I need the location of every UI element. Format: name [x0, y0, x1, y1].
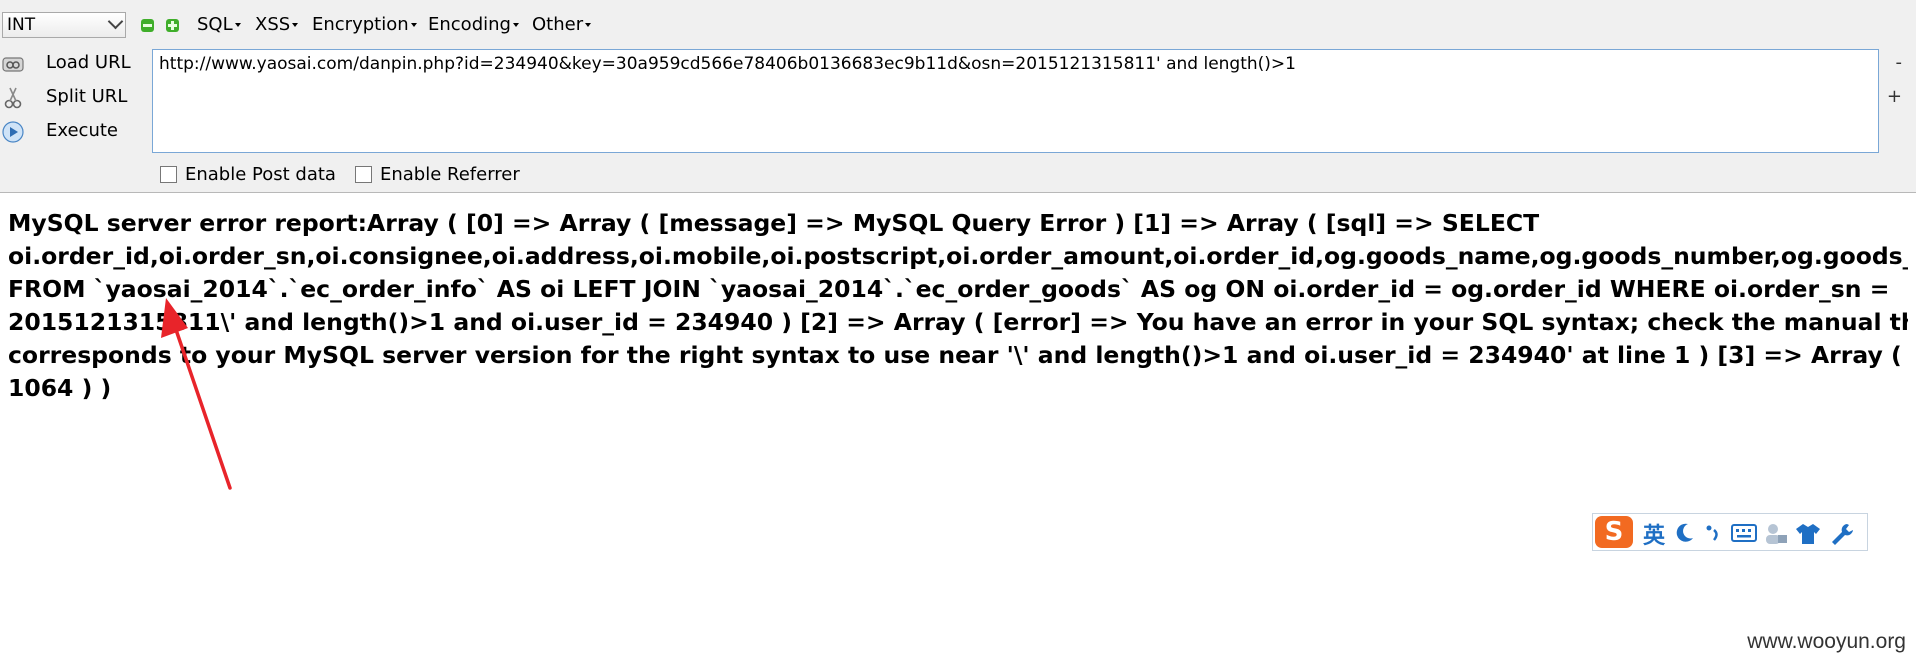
error-line: MySQL server error report:Array ( [0] =>…: [8, 209, 1540, 237]
split-url-button[interactable]: Split URL: [0, 82, 145, 112]
enable-referrer-option[interactable]: Enable Referrer: [355, 164, 520, 185]
load-url-label: Load URL: [46, 52, 131, 73]
error-line: corresponds to your MySQL server version…: [8, 341, 1908, 369]
post-data-checkbox[interactable]: [160, 166, 177, 183]
error-report: MySQL server error report:Array ( [0] =>…: [8, 207, 1908, 405]
wrench-icon[interactable]: [1829, 522, 1855, 546]
enable-post-data-option[interactable]: Enable Post data: [160, 164, 336, 185]
execute-button[interactable]: Execute: [0, 116, 145, 146]
zoom-out-button[interactable]: -: [1896, 52, 1903, 73]
play-icon: [2, 121, 24, 143]
hackbar-toolbar: INT SQL XSS Encryption Encoding Other: [0, 10, 1916, 40]
post-data-label: Enable Post data: [185, 164, 336, 185]
menu-encoding-label: Encoding: [428, 14, 511, 35]
keyboard-icon[interactable]: [1731, 524, 1757, 542]
menu-encryption[interactable]: Encryption: [312, 14, 417, 36]
zoom-in-button[interactable]: +: [1887, 86, 1902, 107]
user-icon[interactable]: [1763, 522, 1789, 546]
menu-other[interactable]: Other: [532, 14, 592, 36]
sogou-logo-icon: S: [1595, 516, 1633, 548]
error-line: 2015121315811\' and length()>1 and oi.us…: [8, 308, 1908, 336]
error-line: 1064 ) ): [8, 374, 112, 402]
referrer-label: Enable Referrer: [380, 164, 520, 185]
url-input[interactable]: http://www.yaosai.com/danpin.php?id=2349…: [152, 49, 1879, 153]
type-select[interactable]: INT: [2, 12, 126, 38]
caret-icon: [234, 23, 241, 27]
menu-other-label: Other: [532, 14, 584, 35]
menu-encryption-label: Encryption: [312, 14, 409, 35]
annotation-arrow-icon: [161, 298, 232, 490]
split-url-label: Split URL: [46, 86, 128, 107]
punctuation-icon[interactable]: [1705, 522, 1721, 544]
ime-mode-toggle[interactable]: 英: [1643, 518, 1665, 550]
execute-label: Execute: [46, 120, 118, 141]
caret-icon: [292, 23, 299, 27]
scissors-icon: [4, 87, 22, 109]
decrease-icon[interactable]: [141, 19, 154, 32]
menu-xss-label: XSS: [255, 14, 291, 35]
type-select-value: INT: [7, 15, 36, 35]
caret-icon: [585, 23, 592, 27]
menu-encoding[interactable]: Encoding: [428, 14, 519, 36]
hackbar-panel: INT SQL XSS Encryption Encoding Other Lo…: [0, 0, 1916, 193]
error-line: FROM `yaosai_2014`.`ec_order_info` AS oi…: [8, 275, 1890, 303]
load-url-icon: [2, 57, 24, 72]
increase-icon[interactable]: [166, 19, 179, 32]
caret-icon: [410, 23, 417, 27]
caret-icon: [512, 23, 519, 27]
menu-sql-label: SQL: [197, 14, 233, 35]
watermark-text: www.wooyun.org: [1747, 630, 1906, 653]
chevron-down-icon: [107, 13, 124, 30]
moon-icon[interactable]: [1675, 522, 1695, 544]
menu-sql[interactable]: SQL: [197, 14, 241, 36]
menu-xss[interactable]: XSS: [255, 14, 299, 36]
error-line: oi.order_id,oi.order_sn,oi.consignee,oi.…: [8, 242, 1908, 270]
referrer-checkbox[interactable]: [355, 166, 372, 183]
skin-shirt-icon[interactable]: [1795, 522, 1821, 546]
ime-toolbar[interactable]: S 英: [1592, 513, 1868, 551]
load-url-button[interactable]: Load URL: [0, 48, 145, 78]
